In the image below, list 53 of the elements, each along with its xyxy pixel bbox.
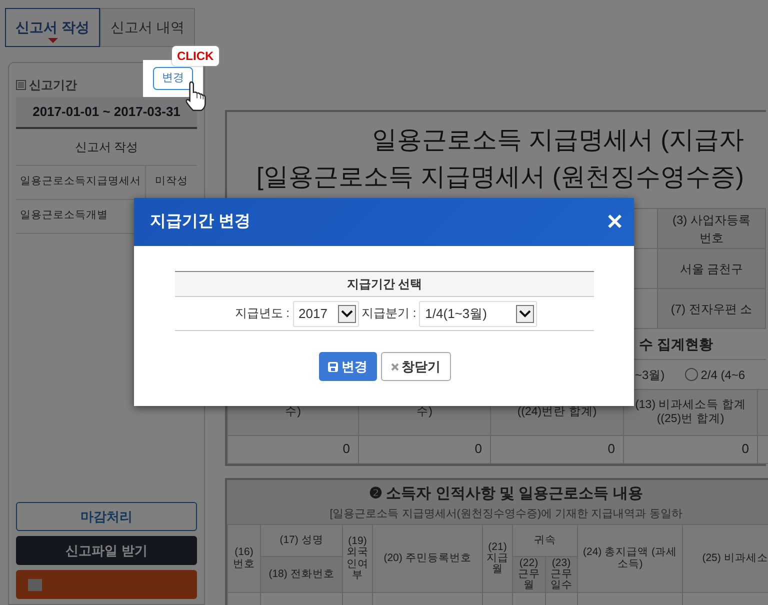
info-label: 서울 금천구 bbox=[658, 248, 766, 288]
table-cell: 0 bbox=[490, 436, 624, 464]
field-label: 지급년도 : bbox=[234, 306, 290, 320]
tab[interactable]: 신고서 내역 bbox=[100, 8, 195, 47]
click-callout: CLICK bbox=[172, 46, 219, 66]
column-header: (16) 번호 bbox=[228, 524, 260, 592]
table-header: 지급기간 선택 bbox=[175, 272, 594, 296]
column-header: 귀속 bbox=[512, 524, 578, 556]
table-cell: 0 bbox=[624, 436, 758, 464]
column-header: (23) 근무일수 bbox=[545, 556, 578, 592]
action-button[interactable] bbox=[16, 570, 197, 599]
period-text: ~3월) bbox=[635, 366, 665, 384]
save-icon bbox=[328, 362, 338, 372]
close-button[interactable]: ✕ bbox=[606, 212, 624, 232]
column-header: (20) 주민등록번호 bbox=[372, 524, 482, 592]
close-icon bbox=[390, 362, 398, 370]
period-label: 신고기간 bbox=[29, 77, 77, 94]
selected-caret-icon bbox=[48, 38, 58, 43]
column-header: (18) 전화번호 bbox=[260, 556, 342, 592]
select-field[interactable]: 1/4(1~3월) bbox=[419, 300, 538, 326]
close-out-button[interactable]: 마감처리 bbox=[16, 502, 197, 531]
column-header: (17) 성명 bbox=[260, 524, 342, 556]
section-title: ❷ 소득자 인적사항 및 일용근로소득 내용 bbox=[368, 484, 644, 504]
column-header: (24) 총지급액 (과세소득) bbox=[578, 524, 682, 592]
tab[interactable]: 신고서 작성 bbox=[5, 8, 100, 47]
close-window-button[interactable]: 창닫기 bbox=[380, 352, 450, 381]
file-icon bbox=[28, 578, 42, 590]
document-title: [일용근로소득 지급명세서 (원천징수영수증) bbox=[256, 162, 745, 193]
radio-label: 2/4 (4~6 bbox=[700, 366, 746, 384]
select-value: 2017 bbox=[298, 304, 328, 323]
period-text: 2017-01-01 ~ 2017-03-31 bbox=[16, 97, 197, 129]
field-label: 지급분기 : bbox=[362, 306, 416, 320]
table-cell: 0 bbox=[228, 436, 358, 464]
column-header: (13) 비과세소득 합계 ((25)번 합계) bbox=[624, 390, 758, 436]
column-header: (21) 지급월 bbox=[482, 524, 512, 592]
list-icon bbox=[16, 80, 26, 90]
select-field[interactable]: 2017 bbox=[292, 300, 358, 326]
change-button[interactable]: 변경 bbox=[153, 66, 193, 90]
document-title: 일용근로소득 지급명세서 (지급자 bbox=[370, 125, 745, 156]
column-header: (25) 비과세소 bbox=[682, 524, 768, 592]
save-button[interactable]: 변경 bbox=[318, 352, 376, 381]
section-subtitle: [일용근로소득 지급명세서(원천징수영수증)에 기재한 지급내역과 동일하 bbox=[328, 506, 684, 522]
column-header: (22) 근무월 bbox=[512, 556, 545, 592]
column-header: (19) 외국인여부 bbox=[342, 524, 372, 592]
select-value: 1/4(1~3월) bbox=[425, 304, 487, 323]
table-header: 신고서 작성 bbox=[16, 129, 197, 165]
table-cell: 0 bbox=[358, 436, 490, 464]
info-label: (3) 사업자등록 번호 bbox=[658, 208, 766, 248]
section-heading: 수 집계현황 bbox=[638, 334, 714, 354]
info-label: (7) 전자우편 소 bbox=[658, 288, 766, 328]
dialog-title: 지급기간 변경 bbox=[150, 212, 250, 232]
radio-button[interactable] bbox=[684, 368, 698, 381]
download-button[interactable]: 신고파일 받기 bbox=[16, 536, 197, 565]
